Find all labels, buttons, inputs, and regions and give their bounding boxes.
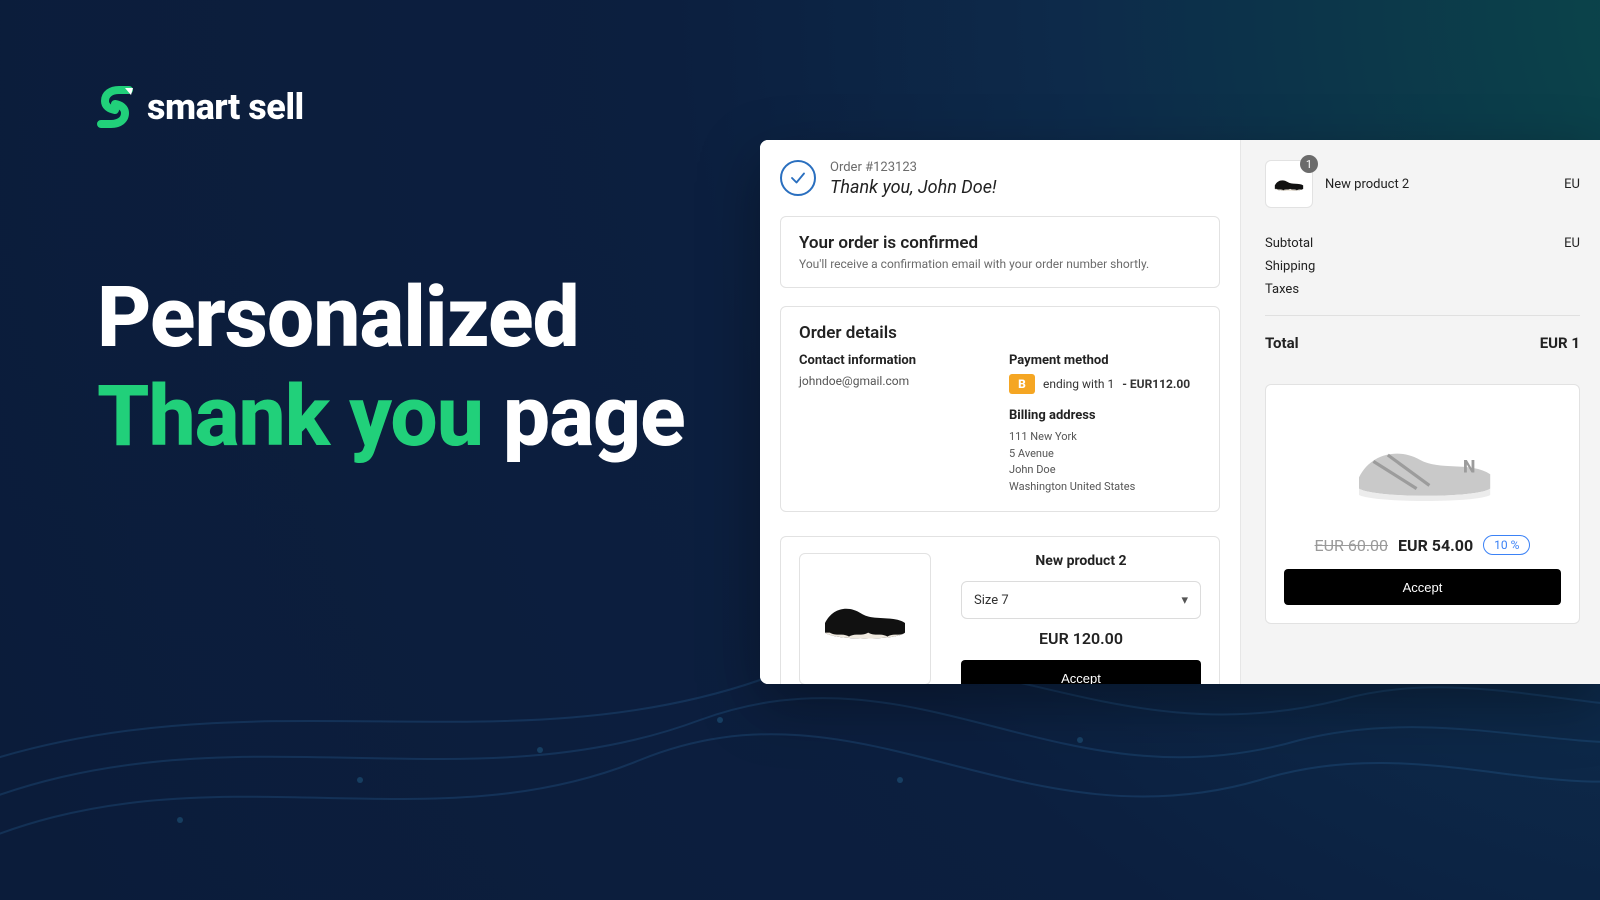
accept-main-button[interactable]: Accept [961, 660, 1201, 684]
total-row: Total EUR 1 [1265, 330, 1580, 356]
billing-head: Billing address [1009, 408, 1201, 423]
shipping-label: Shipping [1265, 259, 1315, 274]
svg-text:N: N [1463, 458, 1475, 478]
order-header-text: Order #123123 Thank you, John Doe! [830, 160, 996, 198]
upsell-main-name: New product 2 [1035, 553, 1126, 569]
brand-mark-icon [97, 86, 133, 128]
headline-rest-text: page [503, 367, 685, 466]
new-price: EUR 54.00 [1398, 536, 1473, 555]
billing-line: John Doe [1009, 462, 1201, 479]
order-summary: 1 New product 2 EU Subtotal EU Shipping [1240, 140, 1600, 684]
brand-name: smart sell [147, 86, 304, 128]
accept-side-button[interactable]: Accept [1284, 569, 1561, 605]
cart-item-name: New product 2 [1325, 177, 1409, 192]
cart-qty-badge: 1 [1300, 155, 1318, 173]
size-select-label: Size 7 [974, 593, 1009, 608]
details-panel: Order details Contact information johndo… [780, 306, 1220, 512]
total-label: Total [1265, 334, 1299, 352]
subtotal-row: Subtotal EU [1265, 232, 1580, 255]
upsell-main-panel: New product 2 Size 7 ▾ EUR 120.00 Accept [780, 536, 1220, 684]
upsell-side-prices: EUR 60.00 EUR 54.00 10 % [1284, 535, 1561, 555]
sneaker-dark-icon [1272, 174, 1306, 194]
headline-accent: Thank you [97, 367, 483, 466]
old-price: EUR 60.00 [1315, 536, 1388, 555]
upsell-side-image: N [1284, 403, 1561, 523]
chevron-down-icon: ▾ [1166, 593, 1188, 608]
subtotal-value: EU [1564, 236, 1580, 251]
total-value: EUR 1 [1540, 334, 1580, 352]
sneaker-grey-icon: N [1343, 413, 1503, 513]
confirmed-sub: You'll receive a confirmation email with… [799, 257, 1201, 271]
billing-line: 111 New York [1009, 429, 1201, 446]
card-brand-icon: B [1009, 374, 1035, 394]
cart-thumbnail: 1 [1265, 160, 1313, 208]
payment-head: Payment method [1009, 353, 1201, 368]
headline-line-2: Thank you page [97, 367, 737, 466]
headline-line-1: Personalized [97, 268, 737, 367]
billing-line: Washington United States [1009, 479, 1201, 496]
cart-line: 1 New product 2 EU [1265, 160, 1580, 208]
upsell-side-panel: N EUR 60.00 EUR 54.00 10 % Accept [1265, 384, 1580, 624]
payment-amount: - EUR112.00 [1122, 377, 1190, 391]
contact-head: Contact information [799, 353, 991, 368]
billing-address: 111 New York 5 Avenue John Doe Washingto… [1009, 429, 1201, 495]
confirmed-panel: Your order is confirmed You'll receive a… [780, 216, 1220, 288]
size-select[interactable]: Size 7 ▾ [961, 581, 1201, 619]
brand-logo: smart sell [97, 86, 304, 128]
taxes-label: Taxes [1265, 282, 1299, 297]
marketing-hero: smart sell Personalized Thank you page O… [0, 0, 1600, 900]
order-header: Order #123123 Thank you, John Doe! [780, 160, 1220, 198]
subtotal-label: Subtotal [1265, 236, 1313, 251]
upsell-main-price: EUR 120.00 [1039, 629, 1123, 648]
upsell-main-thumbnail [799, 553, 931, 684]
hero-headline: Personalized Thank you page [97, 268, 737, 466]
contact-email: johndoe@gmail.com [799, 374, 991, 388]
discount-badge: 10 % [1483, 535, 1530, 555]
confirmed-title: Your order is confirmed [799, 233, 1201, 253]
sneaker-dark-icon [815, 591, 915, 647]
upsell-main-meta: New product 2 Size 7 ▾ EUR 120.00 Accept [961, 553, 1201, 684]
totals-block: Subtotal EU Shipping Taxes Total EUR 1 [1265, 232, 1580, 356]
payment-col: Payment method B ending with 1 - EUR112.… [1009, 353, 1201, 495]
checkmark-icon [780, 160, 816, 196]
order-number: Order #123123 [830, 160, 996, 175]
order-thanks: Thank you, John Doe! [830, 177, 996, 198]
payment-ending: ending with 1 [1043, 377, 1114, 391]
thank-you-main: Order #123123 Thank you, John Doe! Your … [760, 140, 1240, 684]
totals-divider [1265, 315, 1580, 316]
details-title: Order details [799, 323, 1201, 343]
billing-line: 5 Avenue [1009, 446, 1201, 463]
cart-item-price: EU [1564, 177, 1580, 192]
taxes-row: Taxes [1265, 278, 1580, 301]
thank-you-window: Order #123123 Thank you, John Doe! Your … [760, 140, 1600, 684]
contact-col: Contact information johndoe@gmail.com [799, 353, 991, 495]
shipping-row: Shipping [1265, 255, 1580, 278]
